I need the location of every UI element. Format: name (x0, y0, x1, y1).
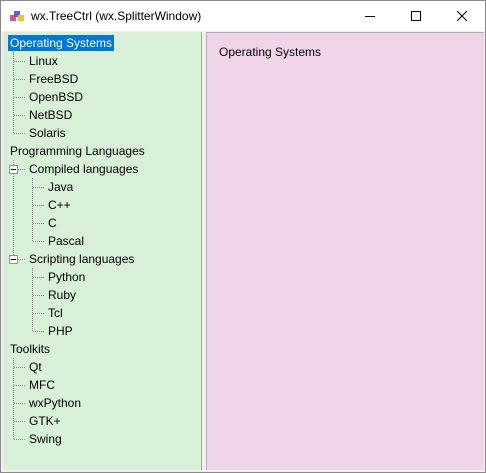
tree-node[interactable]: Solaris (27, 125, 68, 141)
collapse-toggle-icon[interactable] (9, 255, 18, 264)
tree-node[interactable]: GTK+ (27, 413, 63, 429)
tree-node[interactable]: C (46, 215, 59, 231)
title-bar[interactable]: wx.TreeCtrl (wx.SplitterWindow) (1, 1, 485, 31)
tree-node[interactable]: Compiled languages (27, 161, 140, 177)
maximize-icon (411, 11, 421, 21)
tree-node[interactable]: Linux (27, 53, 60, 69)
content-label: Operating Systems (219, 45, 322, 59)
tree-node[interactable]: wxPython (27, 395, 83, 411)
tree-node[interactable]: NetBSD (27, 107, 74, 123)
window-title: wx.TreeCtrl (wx.SplitterWindow) (31, 9, 202, 23)
tree-node[interactable]: Python (46, 269, 87, 285)
tree-node[interactable]: PHP (46, 323, 75, 339)
tree-node[interactable]: Scripting languages (27, 251, 136, 267)
tree-node[interactable]: Swing (27, 431, 64, 447)
tree-node[interactable]: Tcl (46, 305, 65, 321)
close-button[interactable] (439, 1, 485, 31)
tree-control[interactable]: Operating Systems Linux FreeBSD OpenBSD NetB… (3, 32, 202, 470)
tree-node[interactable]: C++ (46, 197, 73, 213)
app-window: wx.TreeCtrl (wx.SplitterWindow) Operatin… (0, 0, 486, 473)
tree-node[interactable]: FreeBSD (27, 71, 80, 87)
maximize-button[interactable] (393, 1, 439, 31)
tree-node[interactable]: Ruby (46, 287, 78, 303)
app-icon (10, 11, 24, 21)
tree-node[interactable]: Qt (27, 359, 44, 375)
minimize-icon (365, 16, 375, 17)
tree-node[interactable]: Programming Languages (8, 143, 147, 159)
tree-node[interactable]: Toolkits (8, 341, 52, 357)
tree-node[interactable]: Java (46, 179, 75, 195)
content-panel: Operating Systems (206, 32, 484, 470)
close-icon (457, 11, 467, 21)
tree-node[interactable]: MFC (27, 377, 57, 393)
tree-node[interactable]: Pascal (46, 233, 86, 249)
minimize-button[interactable] (347, 1, 393, 31)
collapse-toggle-icon[interactable] (9, 165, 18, 174)
tree-node[interactable]: OpenBSD (27, 89, 85, 105)
tree-node[interactable]: Operating Systems (8, 35, 115, 51)
